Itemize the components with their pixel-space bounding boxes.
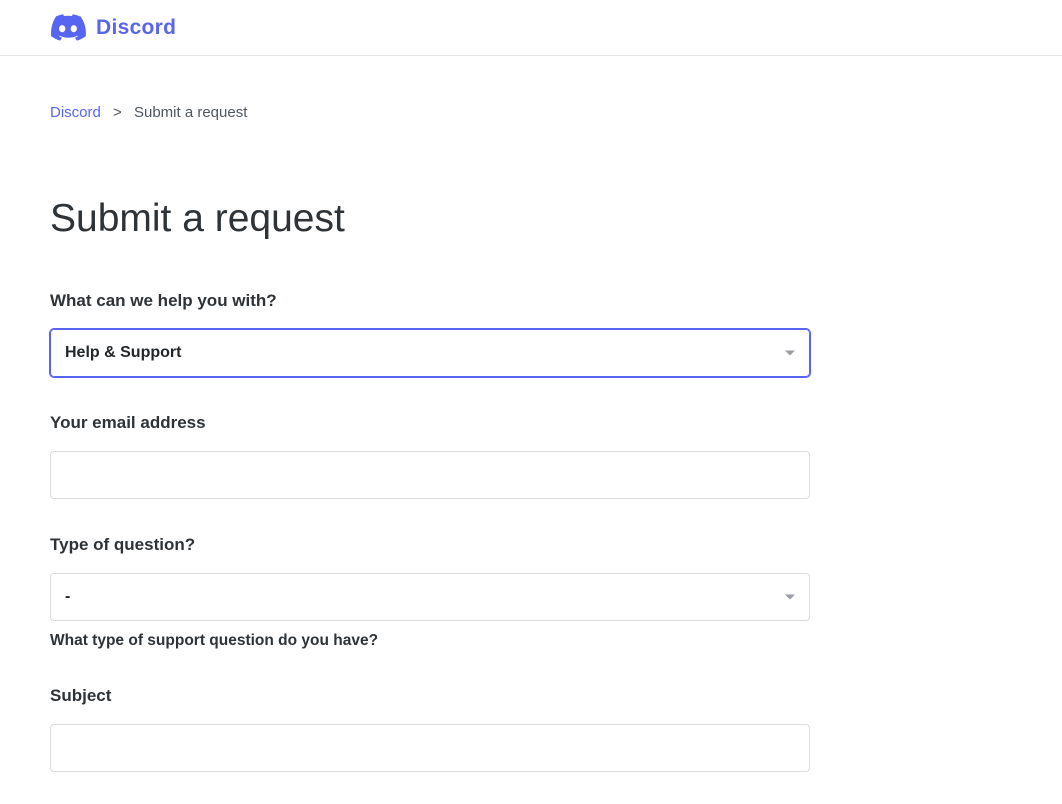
- main-container: Discord > Submit a request Submit a requ…: [0, 56, 860, 772]
- subject-label: Subject: [50, 686, 810, 706]
- chevron-down-icon: [785, 351, 795, 356]
- subject-input[interactable]: [50, 724, 810, 772]
- question-type-select[interactable]: -: [50, 573, 810, 621]
- breadcrumb: Discord > Submit a request: [50, 56, 810, 121]
- field-subject: Subject: [50, 686, 810, 772]
- breadcrumb-separator: >: [113, 104, 122, 121]
- field-help-with: What can we help you with? Help & Suppor…: [50, 291, 810, 377]
- field-question-type: Type of question? - What type of support…: [50, 535, 810, 650]
- question-type-selected-value: -: [65, 588, 70, 606]
- chevron-down-icon: [785, 595, 795, 600]
- field-email: Your email address: [50, 413, 810, 499]
- help-with-select[interactable]: Help & Support: [50, 329, 810, 377]
- brand-name: Discord: [96, 16, 176, 40]
- breadcrumb-current: Submit a request: [134, 104, 247, 121]
- question-type-label: Type of question?: [50, 535, 810, 555]
- help-with-label: What can we help you with?: [50, 291, 810, 311]
- page-header: Discord: [0, 0, 1062, 56]
- email-input[interactable]: [50, 451, 810, 499]
- discord-icon: [50, 14, 86, 41]
- question-type-help-text: What type of support question do you hav…: [50, 632, 810, 650]
- brand-logo[interactable]: Discord: [50, 14, 176, 41]
- page-title: Submit a request: [50, 197, 810, 241]
- email-label: Your email address: [50, 413, 810, 433]
- breadcrumb-home-link[interactable]: Discord: [50, 104, 101, 121]
- help-with-selected-value: Help & Support: [65, 344, 181, 362]
